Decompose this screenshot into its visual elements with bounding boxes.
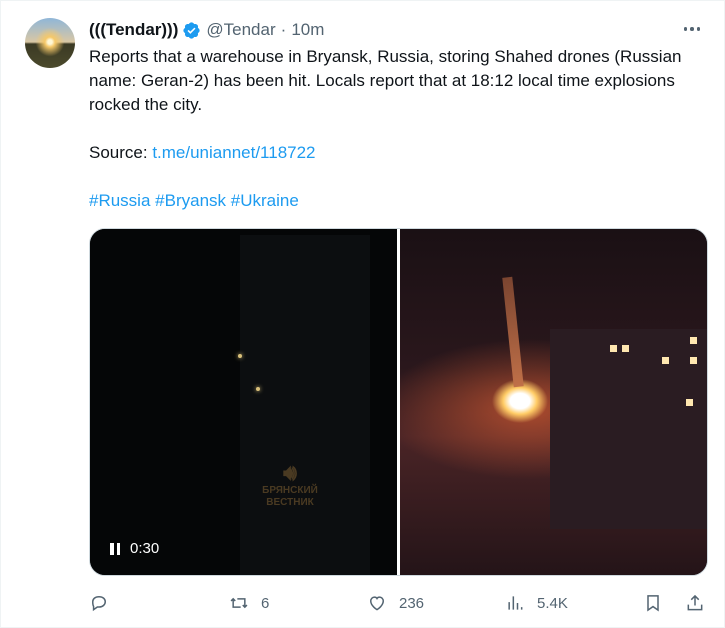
display-name[interactable]: (((Tendar)))	[89, 20, 178, 40]
retweet-button[interactable]: 6	[229, 591, 269, 615]
bookmark-icon	[647, 595, 659, 612]
verified-badge-icon	[182, 21, 201, 40]
video-controls: 0:30	[110, 540, 159, 557]
watermark: 🔊︎ БРЯНСКИЙ ВЕСТНИК	[250, 461, 330, 509]
source-label: Source:	[89, 143, 153, 162]
tweet-paragraph: Reports that a warehouse in Bryansk, Rus…	[89, 47, 682, 114]
video-frame-right	[400, 229, 707, 575]
watermark-line2: ВЕСТНИК	[266, 497, 314, 508]
video-elapsed: 0:30	[130, 540, 160, 557]
tweet-text: Reports that a warehouse in Bryansk, Rus…	[89, 45, 714, 213]
views-chart-icon	[508, 596, 523, 610]
share-icon	[687, 594, 703, 611]
tweet-header: (((Tendar))) @Tendar · 10m	[89, 19, 704, 41]
video-frame-left: 🔊︎ БРЯНСКИЙ ВЕСТНИК	[90, 229, 397, 575]
hashtag-bryansk[interactable]: #Bryansk	[155, 191, 226, 210]
separator-dot: ·	[280, 20, 287, 39]
retweet-count: 6	[261, 594, 270, 612]
action-bar: 6 236 5.4K	[89, 591, 714, 615]
retweet-icon	[230, 597, 248, 609]
views-button[interactable]: 5.4K	[505, 591, 568, 615]
heart-icon	[369, 596, 385, 611]
source-link[interactable]: t.me/uniannet/118722	[152, 143, 315, 162]
bookmark-button[interactable]	[643, 591, 663, 615]
handle[interactable]: @Tendar	[206, 20, 275, 40]
timestamp[interactable]: 10m	[291, 20, 324, 40]
views-count: 5.4K	[537, 594, 568, 612]
hashtag-ukraine[interactable]: #Ukraine	[231, 191, 299, 210]
hashtags: #Russia #Bryansk #Ukraine	[89, 189, 714, 213]
video-player[interactable]: 🔊︎ БРЯНСКИЙ ВЕСТНИК 0:30	[89, 228, 708, 576]
pause-icon[interactable]	[110, 542, 120, 555]
like-button[interactable]: 236	[367, 591, 424, 615]
speaker-icon: 🔊︎	[283, 460, 297, 485]
share-button[interactable]	[685, 591, 705, 615]
hashtag-russia[interactable]: #Russia	[89, 191, 150, 210]
reply-button[interactable]	[89, 591, 121, 615]
tweet-card[interactable]: (((Tendar))) @Tendar · 10m Reports that …	[0, 0, 725, 628]
reply-icon	[91, 595, 107, 612]
like-count: 236	[399, 594, 425, 612]
more-options-icon[interactable]	[680, 17, 704, 41]
watermark-line1: БРЯНСКИЙ	[262, 485, 318, 496]
avatar[interactable]	[25, 18, 75, 68]
source-line: Source: t.me/uniannet/118722	[89, 141, 714, 165]
